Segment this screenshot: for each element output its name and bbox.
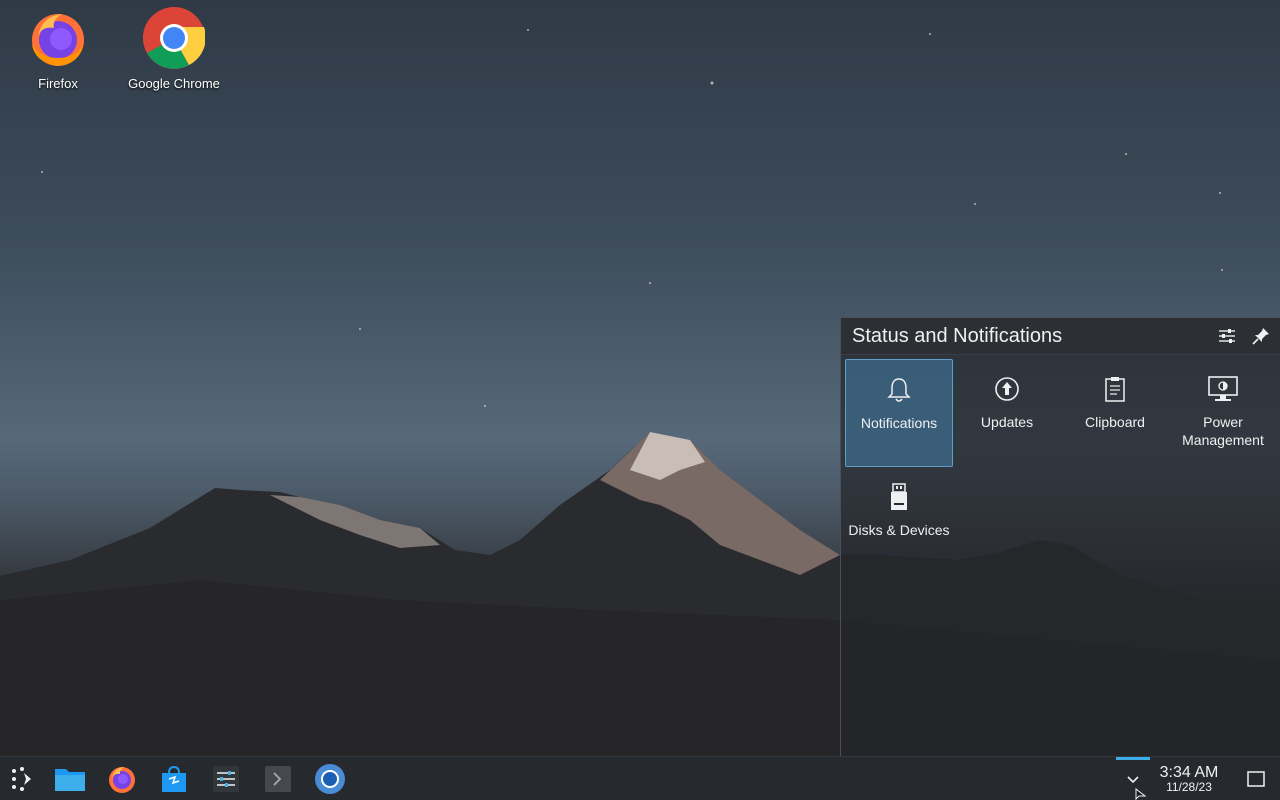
system-settings-icon <box>213 766 239 792</box>
applet-label: Power Management <box>1182 414 1264 448</box>
chrome-icon <box>142 6 206 70</box>
applet-updates[interactable]: Updates <box>953 359 1061 467</box>
desktop-icon-firefox[interactable]: Firefox <box>3 6 113 91</box>
file-manager-icon <box>55 769 85 791</box>
applet-label: Clipboard <box>1085 414 1145 430</box>
applet-power-management[interactable]: Power Management <box>1169 359 1277 467</box>
firefox-icon <box>26 6 90 70</box>
pin-button[interactable] <box>1246 321 1276 351</box>
pin-icon <box>1252 328 1269 345</box>
desktop-icon-label: Google Chrome <box>128 76 220 91</box>
applet-label: Updates <box>980 414 1034 430</box>
clock-time: 3:34 AM <box>1159 764 1219 781</box>
taskbar-chromium[interactable] <box>310 761 350 797</box>
app-launcher-icon <box>12 767 31 791</box>
desktop-icon-google-chrome[interactable]: Google Chrome <box>119 6 229 91</box>
power-management-icon <box>1208 375 1238 403</box>
chromium-icon <box>315 764 345 794</box>
bell-icon <box>887 376 911 404</box>
digital-clock[interactable]: 3:34 AM 11/28/23 <box>1154 764 1224 794</box>
app-launcher-button[interactable] <box>2 761 42 797</box>
chevron-down-icon <box>1127 776 1139 784</box>
clipboard-icon <box>1104 375 1126 403</box>
taskbar-discover[interactable] <box>154 761 194 797</box>
usb-drive-icon <box>889 483 909 511</box>
taskbar-system-settings[interactable] <box>206 761 246 797</box>
popup-header: Status and Notifications <box>841 318 1280 355</box>
taskbar-firefox[interactable] <box>102 761 142 797</box>
show-desktop-button[interactable] <box>1240 763 1272 795</box>
applet-clipboard[interactable]: Clipboard <box>1061 359 1169 467</box>
desktop-icon-label: Firefox <box>38 76 78 91</box>
status-notifications-popup: Status and Notifications Notifications U… <box>840 317 1280 756</box>
configure-icon <box>1219 329 1235 343</box>
taskbar-file-manager[interactable] <box>50 761 90 797</box>
applet-label: Notifications <box>860 415 938 431</box>
update-icon <box>994 375 1020 403</box>
configure-button[interactable] <box>1212 321 1242 351</box>
applet-label: Disks & Devices <box>848 522 950 538</box>
applet-notifications[interactable]: Notifications <box>845 359 953 467</box>
firefox-icon <box>109 767 135 793</box>
discover-store-icon <box>162 765 186 792</box>
taskbar: 3:34 AM 11/28/23 <box>0 756 1280 800</box>
clock-date: 11/28/23 <box>1166 780 1212 794</box>
applet-disks-devices[interactable]: Disks & Devices <box>845 467 953 575</box>
show-desktop-icon <box>1247 771 1265 787</box>
mouse-cursor-icon <box>1135 788 1147 800</box>
taskbar-terminal[interactable] <box>258 761 298 797</box>
terminal-icon <box>265 766 291 792</box>
popup-title: Status and Notifications <box>852 324 1063 347</box>
active-indicator <box>1116 757 1150 760</box>
